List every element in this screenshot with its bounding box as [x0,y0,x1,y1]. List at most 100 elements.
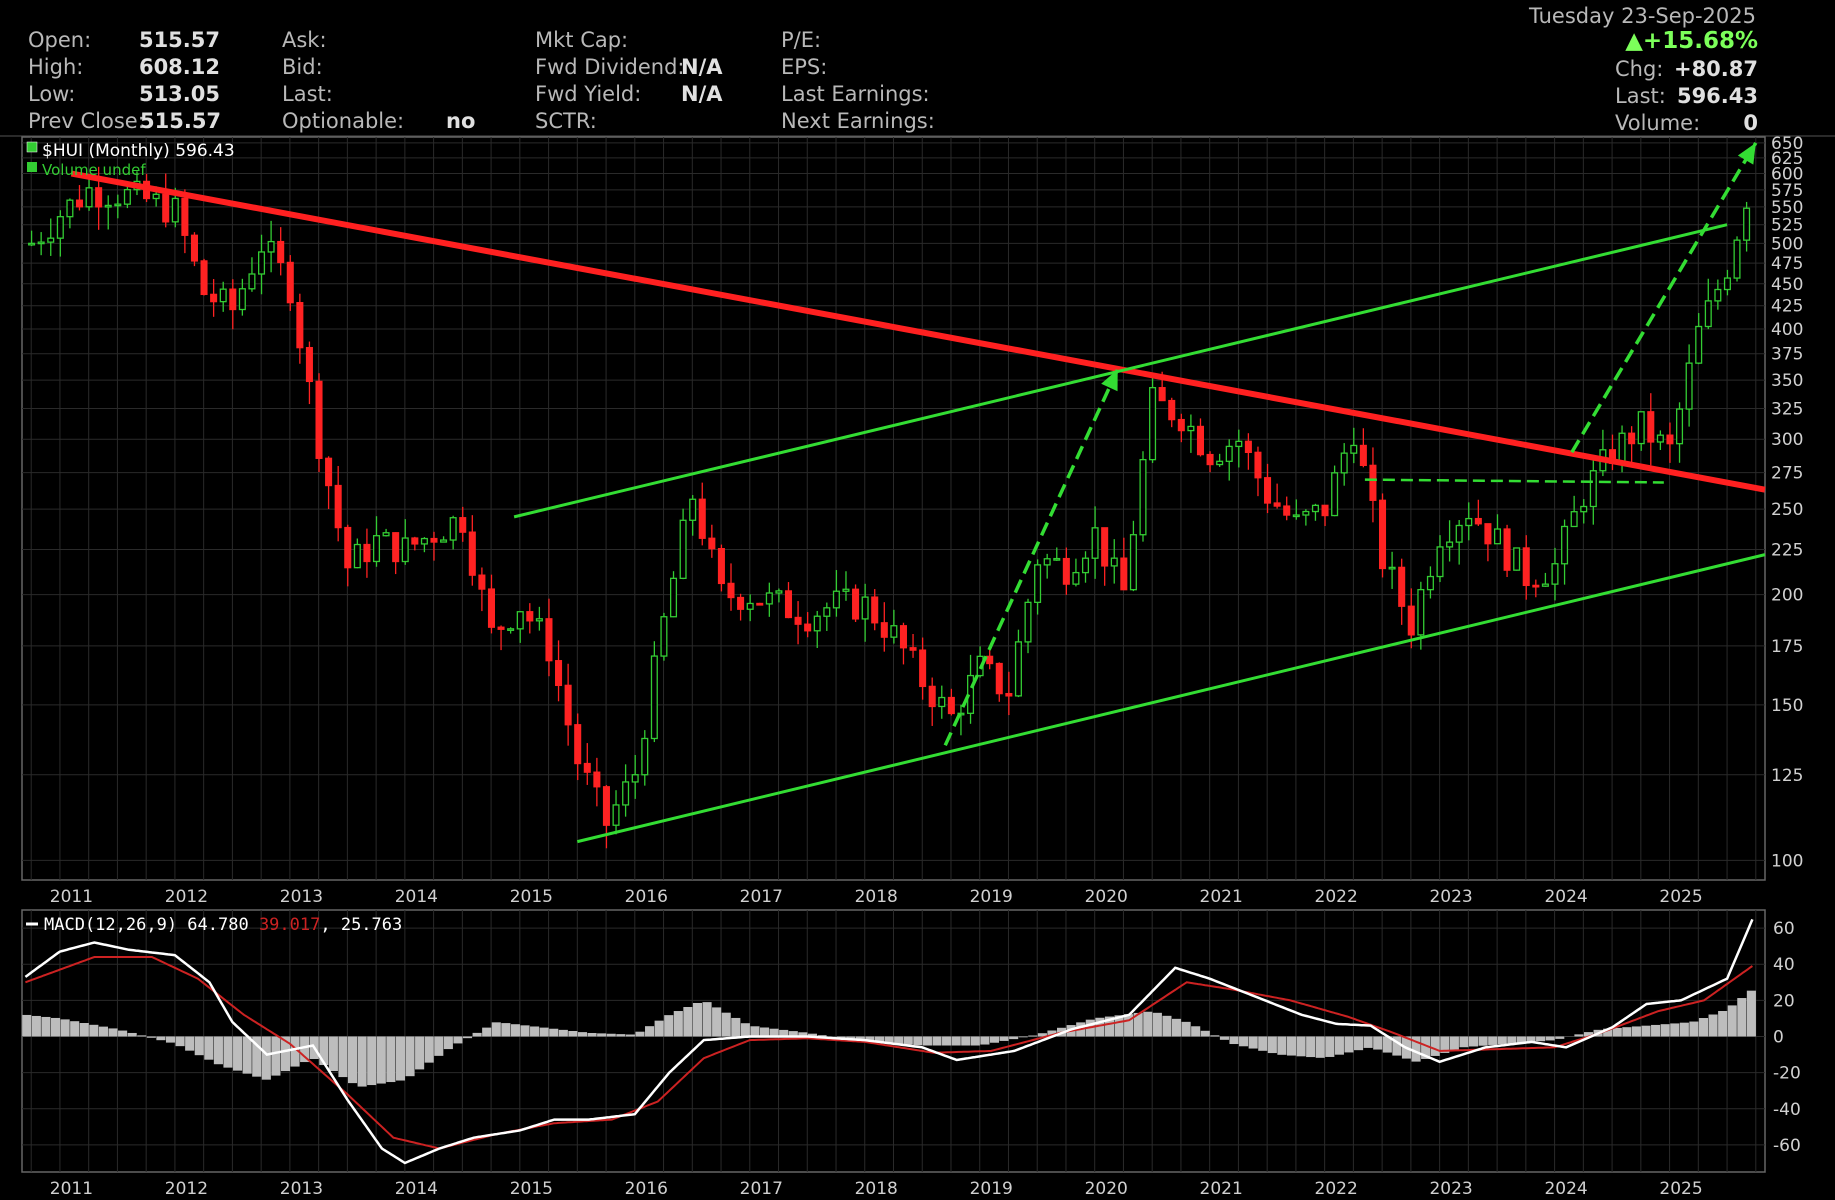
macd-histogram-bar [79,1023,89,1037]
candle-down [296,302,304,349]
candle-up [85,187,93,208]
candle-down [909,647,917,651]
candle-down [162,193,170,223]
candle-down [871,596,879,624]
macd-y-tick: 0 [1773,1027,1784,1047]
price-y-tick: 300 [1771,430,1803,450]
candle-down [574,724,582,765]
candle-down [698,498,706,539]
macd-x-tick: 2011 [50,1179,93,1199]
candle-up [219,288,227,303]
macd-histogram-bar [165,1036,176,1043]
candle-down [1647,411,1655,443]
candle-up [832,590,840,609]
macd-histogram-bar [932,1036,942,1046]
macd-histogram-bar [597,1033,607,1037]
macd-histogram-bar [118,1030,128,1037]
candle-up [516,611,524,630]
candle-up [1704,300,1712,328]
candle-down [1158,387,1166,402]
candle-down [200,260,208,296]
macd-histogram-bar [1306,1036,1316,1058]
macd-histogram-bar [1641,1025,1651,1037]
candle-up [372,535,381,563]
macd-histogram-bar [750,1026,760,1037]
candle-down [1369,464,1377,501]
candle-down [229,288,237,311]
candle-up [813,615,821,632]
candle-up [1311,504,1319,513]
candle-down [1484,523,1492,545]
macd-legend-histogram: , 25.763 [320,915,402,935]
candle-down [1062,557,1070,585]
macd-histogram-bar [1219,1036,1229,1040]
macd-histogram-bar [70,1021,80,1037]
candle-up [1292,514,1300,518]
candle-up [1589,470,1597,508]
candle-down [344,526,352,569]
macd-histogram-bar [338,1036,348,1078]
macd-histogram-bar [127,1032,137,1037]
macd-histogram-bar [194,1036,204,1056]
macd-histogram-bar [1708,1014,1718,1037]
candle-down [468,531,476,576]
macd-histogram-bar [1210,1035,1220,1037]
candle-up [440,539,448,543]
candle-down [1177,418,1185,432]
macd-x-tick: 2015 [510,1179,553,1199]
price-y-tick: 400 [1771,320,1803,340]
candle-down [190,234,198,262]
candle-down [919,649,927,688]
macd-histogram-bar [1315,1036,1325,1058]
candle-down [852,588,860,620]
macd-y-tick: -20 [1773,1064,1801,1084]
candle-up [1034,564,1042,604]
macd-x-tick: 2016 [625,1179,668,1199]
price-y-tick: 475 [1771,254,1803,274]
price-y-tick: 550 [1771,198,1803,218]
candle-up [938,696,946,708]
macd-histogram-bar [558,1029,568,1037]
candle-up [1618,432,1626,464]
candle-down [1503,528,1511,571]
candle-up [842,588,850,592]
candle-up [56,216,64,239]
candle-up [1733,239,1741,279]
macd-histogram-bar [31,1015,41,1037]
macd-histogram-bar [1363,1036,1373,1048]
macd-x-tick: 2025 [1659,1179,1702,1199]
candle-down [1283,505,1291,516]
candle-up [123,189,131,205]
candle-up [1656,434,1664,443]
macd-x-tick: 2018 [855,1179,898,1199]
candle-down [555,660,563,687]
price-x-tick: 2020 [1085,887,1128,907]
candle-down [487,588,495,628]
macd-histogram-bar [1191,1026,1201,1037]
price-x-tick: 2023 [1429,887,1472,907]
macd-x-tick: 2012 [165,1179,208,1199]
macd-histogram-bar [510,1024,520,1037]
candle-up [1235,440,1243,448]
macd-y-tick: -60 [1773,1136,1801,1156]
macd-histogram-bar [1698,1018,1709,1037]
macd-histogram-bar [1286,1036,1297,1056]
candle-down [1254,451,1262,479]
macd-histogram-bar [1229,1036,1239,1045]
candle-down [737,596,745,610]
candle-down [1398,566,1406,607]
price-y-tick: 125 [1771,766,1803,786]
macd-histogram-bar [1239,1036,1249,1047]
price-x-tick: 2016 [625,887,668,907]
candle-down [1168,399,1176,421]
candle-down [708,537,716,550]
macd-histogram-bar [415,1036,425,1070]
price-x-tick: 2014 [395,887,438,907]
macd-x-tick: 2014 [395,1179,438,1199]
price-legend-swatch [26,141,38,153]
candle-down [727,582,735,599]
candle-down [459,517,467,533]
price-x-tick: 2019 [970,887,1013,907]
macd-x-tick: 2019 [970,1179,1013,1199]
volume-legend-swatch [27,162,37,172]
